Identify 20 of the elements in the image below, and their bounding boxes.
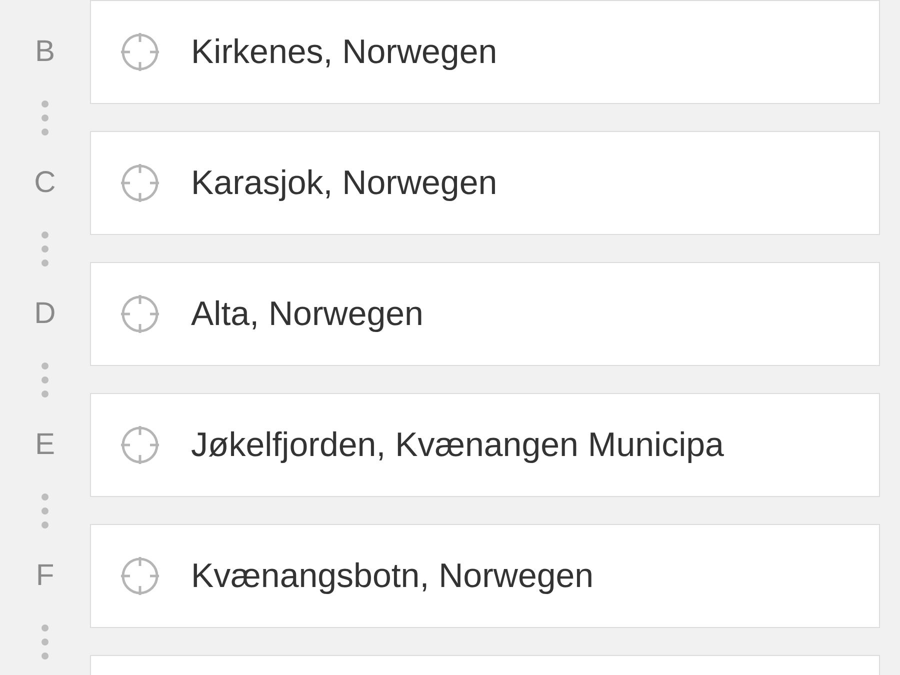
waypoint-letter: C <box>34 166 56 200</box>
drag-handle-icon[interactable] <box>41 360 49 400</box>
crosshair-icon <box>119 293 161 335</box>
waypoint-field[interactable]: Jøkelfjorden, Kvænangen Municipa <box>90 393 880 497</box>
drag-handle-icon[interactable] <box>41 98 49 138</box>
waypoint-letter: E <box>34 428 55 462</box>
crosshair-icon <box>119 424 161 466</box>
waypoint-letter: F <box>36 559 54 593</box>
drag-handle-icon[interactable] <box>41 490 49 530</box>
drag-handle-icon[interactable] <box>41 228 49 268</box>
waypoint-field[interactable]: Alta, Norwegen <box>90 262 880 366</box>
waypoint-field[interactable]: Karasjok, Norwegen <box>90 131 880 235</box>
drag-handle-icon[interactable] <box>41 622 49 662</box>
crosshair-icon <box>119 31 161 73</box>
waypoint-letter: D <box>34 297 56 331</box>
waypoint-field[interactable]: Kirkenes, Norwegen <box>90 0 880 104</box>
waypoint-field[interactable]: Kvænangsbotn, Norwegen <box>90 524 880 628</box>
waypoint-letter: B <box>34 35 55 69</box>
crosshair-icon <box>119 555 161 597</box>
crosshair-icon <box>119 162 161 204</box>
